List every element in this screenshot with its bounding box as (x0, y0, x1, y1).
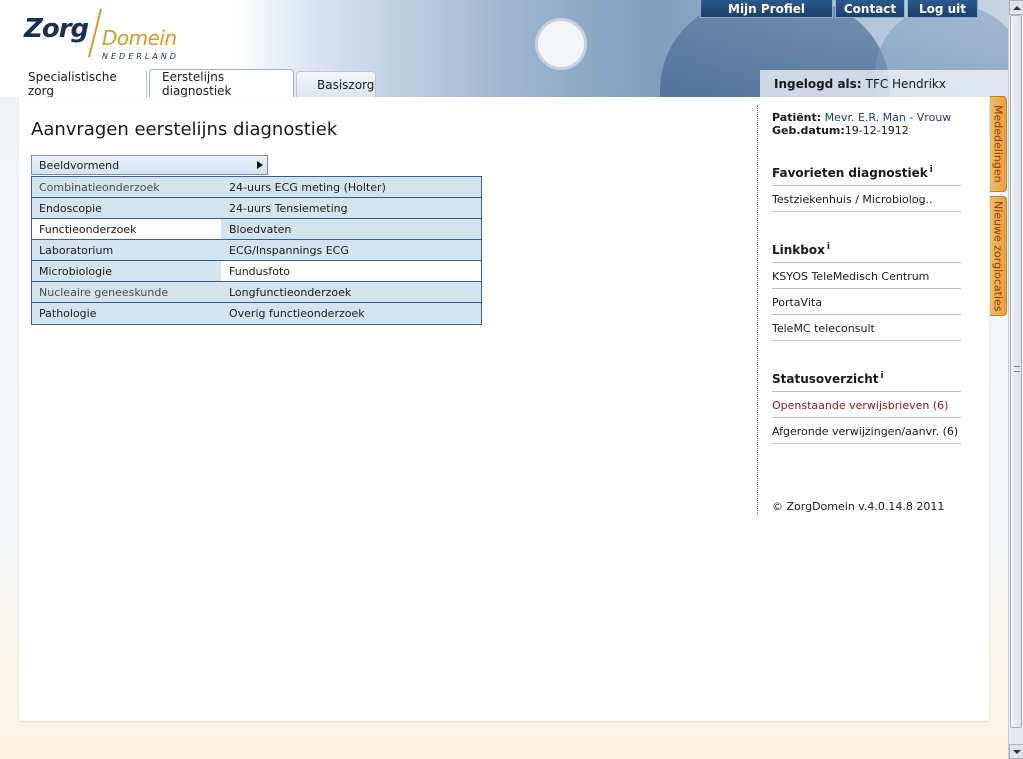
logout-button[interactable]: Log uit (907, 0, 978, 18)
logo-text-domein: Domein (102, 26, 177, 50)
stethoscope-image (535, 18, 587, 70)
table-row: Endoscopie 24-uurs Tensiemeting (32, 198, 481, 219)
subcategory-item-hover[interactable]: Fundusfoto (221, 261, 481, 281)
tab-specialistische-zorg[interactable]: Specialistische zorg (0, 70, 147, 97)
table-row: Pathologie Overig functieonderzoek (32, 303, 481, 324)
category-dropdown[interactable]: Beeldvormend (31, 155, 268, 175)
logo-text-zorg: Zorg (24, 14, 89, 44)
completed-referrals-link[interactable]: Afgeronde verwijzingen/aanvr. (6) (772, 425, 961, 438)
logged-in-user: TFC Hendrikx (865, 76, 946, 91)
info-icon[interactable]: i (930, 165, 933, 175)
tab-basiszorg[interactable]: Basiszorg (296, 71, 376, 97)
category-table: Combinatieonderzoek 24-uurs ECG meting (… (31, 176, 482, 325)
subcategory-item[interactable]: 24-uurs ECG meting (Holter) (221, 177, 481, 197)
dob-value: 19-12-1912 (844, 124, 909, 137)
divider (772, 340, 961, 341)
arrow-down-icon (1012, 749, 1021, 754)
grip-icon (1014, 366, 1020, 372)
scrollbar-thumb[interactable] (1010, 15, 1022, 728)
tab-eerstelijns-diagnostiek[interactable]: Eerstelijns diagnostiek (149, 69, 294, 97)
patient-label: Patiënt: (772, 111, 822, 124)
dob-label: Geb.datum: (772, 124, 845, 137)
main-tabs: Specialistische zorg Eerstelijns diagnos… (0, 69, 378, 97)
divider (772, 211, 961, 212)
side-tab-mededelingen[interactable]: Mededelingen (990, 96, 1007, 192)
favorieten-title-text: Favorieten diagnostiek (772, 166, 928, 180)
info-icon[interactable]: i (827, 242, 830, 252)
table-row: Nucleaire geneeskunde Longfunctieonderzo… (32, 282, 481, 303)
category-item[interactable]: Endoscopie (32, 198, 221, 218)
info-icon[interactable]: i (881, 371, 884, 381)
main-content: Aanvragen eerstelijns diagnostiek Beeldv… (19, 97, 989, 721)
logo-text-nederland: NEDERLAND (102, 52, 179, 61)
caret-right-icon (257, 161, 263, 169)
zorgdomein-logo[interactable]: Zorg Domein NEDERLAND (24, 8, 204, 69)
divider (772, 443, 961, 444)
subcategory-item[interactable]: ECG/Inspannings ECG (221, 240, 481, 260)
subcategory-item[interactable]: Bloedvaten (221, 219, 481, 239)
logged-in-info: Ingelogd als: TFC Hendrikx (760, 70, 1008, 97)
divider (772, 185, 961, 186)
statusoverzicht-title: Statusoverzicht i (772, 371, 884, 386)
linkbox-title-text: Linkbox (772, 243, 825, 257)
subcategory-item[interactable]: Longfunctieonderzoek (221, 282, 481, 302)
top-navigation: Mijn Profiel Contact Log uit (700, 0, 978, 18)
copyright: © ZorgDomein v.4.0.14.8 2011 (772, 500, 945, 513)
table-row: Functieonderzoek Bloedvaten (32, 219, 481, 240)
page-header: Zorg Domein NEDERLAND Mijn Profiel Conta… (0, 0, 1008, 97)
patient-value: Mevr. E.R. Man - Vrouw (824, 111, 952, 124)
scroll-down-button[interactable] (1009, 744, 1023, 759)
contact-button[interactable]: Contact (835, 0, 905, 18)
divider (772, 417, 961, 418)
arrow-up-icon (1012, 5, 1021, 10)
divider (772, 314, 961, 315)
category-item-selected[interactable]: Functieonderzoek (32, 219, 221, 239)
patient-info: Patiënt: Mevr. E.R. Man - Vrouw Geb.datu… (772, 111, 951, 137)
page-title: Aanvragen eerstelijns diagnostiek (31, 119, 338, 140)
logo-slash (87, 8, 103, 58)
subcategory-item[interactable]: Overig functieonderzoek (221, 303, 481, 324)
right-sidebar: Patiënt: Mevr. E.R. Man - Vrouw Geb.datu… (757, 105, 979, 515)
linkbox-link[interactable]: PortaVita (772, 296, 961, 309)
side-tab-nieuwe-zorglocaties[interactable]: Nieuwe zorglocaties (990, 196, 1007, 316)
category-item[interactable]: Nucleaire geneeskunde (32, 282, 221, 302)
divider (772, 288, 961, 289)
table-row: Microbiologie Fundusfoto (32, 261, 481, 282)
linkbox-link[interactable]: KSYOS TeleMedisch Centrum (772, 270, 961, 283)
scroll-up-button[interactable] (1009, 0, 1023, 15)
dropdown-label: Beeldvormend (39, 158, 120, 172)
linkbox-link[interactable]: TeleMC teleconsult (772, 322, 961, 335)
category-item[interactable]: Combinatieonderzoek (32, 177, 221, 197)
vertical-scrollbar[interactable] (1008, 0, 1023, 759)
status-title-text: Statusoverzicht (772, 372, 879, 386)
table-row: Laboratorium ECG/Inspannings ECG (32, 240, 481, 261)
category-item[interactable]: Microbiologie (32, 261, 221, 281)
table-row: Combinatieonderzoek 24-uurs ECG meting (… (32, 177, 481, 198)
subcategory-item[interactable]: 24-uurs Tensiemeting (221, 198, 481, 218)
favorite-link[interactable]: Testziekenhuis / Microbiolog.. (772, 193, 961, 206)
open-referrals-link[interactable]: Openstaande verwijsbrieven (6) (772, 399, 961, 412)
logged-in-label: Ingelogd als: (774, 76, 862, 91)
divider (772, 262, 961, 263)
category-item[interactable]: Pathologie (32, 303, 221, 324)
category-item[interactable]: Laboratorium (32, 240, 221, 260)
favorieten-title: Favorieten diagnostiek i (772, 165, 933, 180)
divider (772, 391, 961, 392)
linkbox-title: Linkbox i (772, 242, 830, 257)
my-profile-button[interactable]: Mijn Profiel (700, 0, 833, 18)
